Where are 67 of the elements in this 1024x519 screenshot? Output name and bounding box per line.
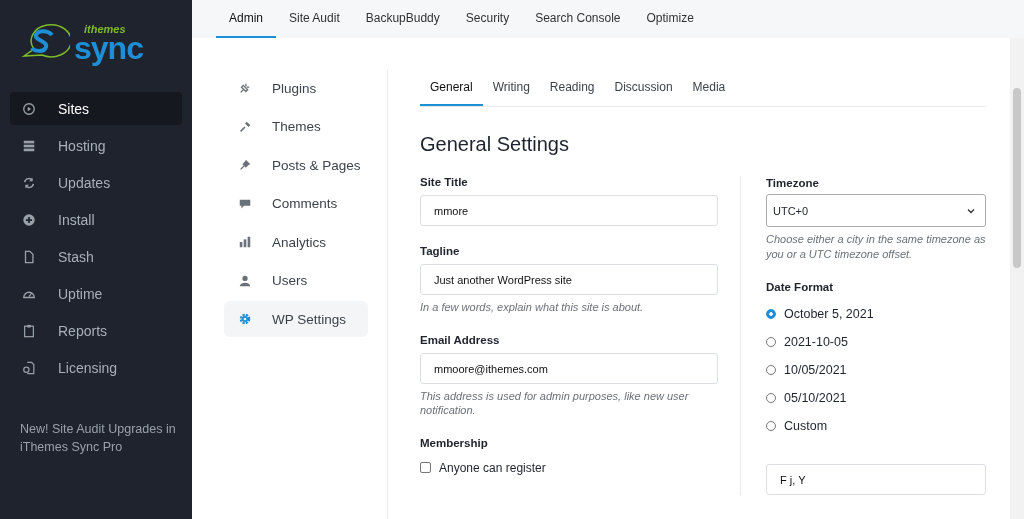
user-icon	[238, 273, 252, 288]
menu-item[interactable]: Posts & Pages	[224, 147, 368, 183]
page-heading: General Settings	[420, 133, 570, 156]
clipboard-icon	[22, 323, 36, 338]
timezone-dropdown[interactable]: UTC+0	[766, 194, 986, 227]
menu-item[interactable]: WP Settings	[224, 301, 368, 337]
text-field[interactable]: mmoore@ithemes.com	[420, 352, 718, 384]
sidebar-item[interactable]: Reports	[10, 314, 182, 347]
sidebar-item[interactable]: Install	[10, 203, 182, 236]
text-field[interactable]: mmore	[420, 195, 718, 226]
radio-label: October 5, 2021	[784, 307, 874, 321]
radio-button[interactable]	[766, 309, 776, 319]
field-label: Tagline	[420, 245, 461, 257]
tab[interactable]: Reading	[539, 70, 605, 106]
field-label: Site Title	[420, 176, 469, 188]
tab[interactable]: Search Console	[522, 0, 634, 38]
menu-item[interactable]: Users	[224, 262, 368, 299]
checkbox[interactable]	[420, 462, 431, 473]
chevron-down-icon	[967, 207, 975, 214]
document-key-icon	[22, 360, 36, 375]
radio-label: 2021-10-05	[784, 335, 848, 349]
tab[interactable]: BackupBuddy	[352, 0, 453, 38]
field-label: Date Format	[766, 281, 835, 293]
pin-icon	[238, 158, 252, 172]
sidebar-item[interactable]: Sites	[10, 92, 182, 125]
sidebar-item[interactable]: Uptime	[10, 277, 182, 310]
menu-item[interactable]: Themes	[224, 108, 368, 145]
field-hint: Choose either a city in the same timezone as you or a UTC timezone offset.	[766, 232, 986, 261]
server-icon	[22, 138, 36, 153]
scrollbar[interactable]	[1010, 38, 1024, 519]
sidebar-item[interactable]: Stash	[10, 240, 182, 273]
tab[interactable]: General	[420, 70, 483, 106]
field-hint: This address is used for admin purposes, like new user notification.	[420, 388, 690, 418]
bar-chart-icon	[238, 235, 252, 249]
plus-circle-icon	[22, 212, 36, 227]
radio-label: 10/05/2021	[784, 363, 847, 377]
logo-title: sync	[74, 32, 143, 64]
tab[interactable]: Admin	[216, 0, 276, 38]
tab[interactable]: Site Audit	[276, 0, 353, 38]
plug-icon	[238, 81, 252, 95]
tab[interactable]: Discussion	[604, 70, 683, 106]
refresh-icon	[22, 175, 36, 190]
menu-item[interactable]: Plugins	[224, 70, 368, 106]
text-field[interactable]: Just another WordPress site	[420, 264, 718, 295]
sidebar-item[interactable]: Hosting	[10, 129, 182, 162]
field-hint: In a few words, explain what this site is about.	[420, 300, 645, 315]
tab[interactable]: Security	[452, 0, 523, 38]
text-field[interactable]: F j, Y	[766, 464, 986, 495]
tab[interactable]: Optimize	[633, 0, 707, 38]
field-label: Email Address	[420, 333, 501, 346]
sidebar-item[interactable]: Licensing	[10, 351, 182, 384]
radio-label: Custom	[784, 419, 828, 433]
brush-icon	[238, 119, 252, 134]
settings-icon	[238, 312, 252, 326]
field-label: Membership	[420, 436, 489, 449]
radio-label: 05/10/2021	[784, 391, 847, 405]
promo-link[interactable]: New! Site Audit Upgrades in iThemes Sync Pro	[20, 420, 182, 456]
menu-item[interactable]: Analytics	[224, 224, 368, 260]
menu-item[interactable]: Comments	[224, 185, 368, 222]
logo-subtitle: ithemes	[84, 24, 127, 35]
play-circle-icon	[22, 101, 36, 116]
tab[interactable]: Media	[682, 70, 736, 106]
checkbox-label: Anyone can register	[439, 460, 546, 475]
sidebar-item[interactable]: Updates	[10, 166, 182, 199]
field-label: Timezone	[766, 177, 820, 189]
file-icon	[22, 249, 36, 264]
tab[interactable]: Writing	[482, 70, 540, 106]
